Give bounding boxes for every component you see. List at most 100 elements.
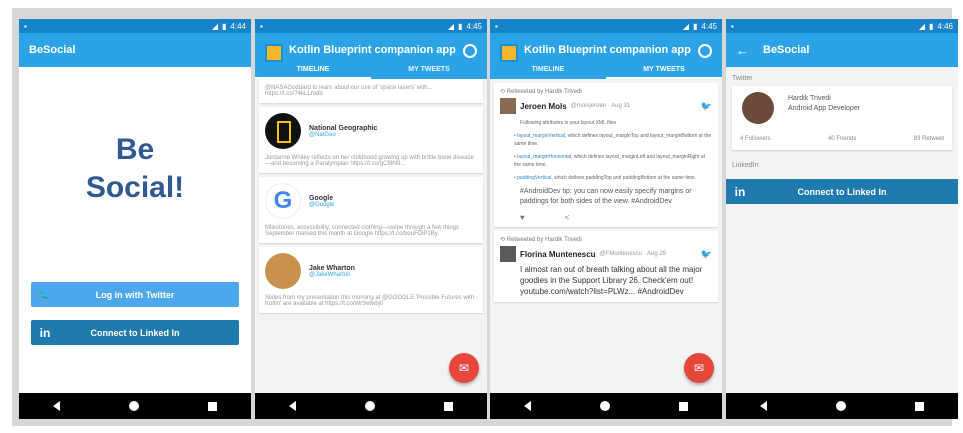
profile-stats: 4 Followers 40 Friends 93 Retweet xyxy=(740,136,944,142)
nav-home-icon[interactable] xyxy=(835,401,846,411)
hero-line-2: Social! xyxy=(85,171,185,204)
status-time: 4:45 xyxy=(701,21,717,31)
linkedin-section-label: LinkedIn xyxy=(732,162,759,169)
tweet-card[interactable]: @NASAGoddard to learn about our use of '… xyxy=(259,79,483,103)
tweet-author-handle[interactable]: @Google xyxy=(309,202,334,208)
retweet-indicator: ⟲ Retweeted by Hardik Trivedi xyxy=(500,89,582,95)
twitter-login-label: Log in with Twitter xyxy=(95,289,175,300)
notification-icon: ▪ xyxy=(495,21,498,31)
system-nav-bar xyxy=(490,393,722,419)
compose-fab[interactable]: ✉ xyxy=(449,353,479,383)
timeline-list[interactable]: @NASAGoddard to learn about our use of '… xyxy=(255,79,487,393)
tweet-author-name: Jake Wharton xyxy=(309,264,355,272)
tweet-author-handle[interactable]: @JakeWharton xyxy=(309,272,355,278)
tweet-author-name: National Geographic xyxy=(309,124,378,132)
twitter-profile-card[interactable]: Hardik Trivedi Android App Developer 4 F… xyxy=(732,86,952,150)
nav-back-icon[interactable] xyxy=(760,401,768,411)
profile-title: Android App Developer xyxy=(788,105,860,112)
app-title: Kotlin Blueprint companion app xyxy=(289,44,456,56)
nav-recents-icon[interactable] xyxy=(914,401,924,411)
signal-icon: ◢ xyxy=(447,21,455,31)
linkedin-icon: in xyxy=(734,184,746,199)
battery-icon: ▮ xyxy=(458,21,463,31)
tweet-author-name: Google xyxy=(309,194,334,202)
status-bar: ▪ ◢ ▮ 4:45 xyxy=(255,19,487,33)
retweet-label: Retweeted by Hardik Trivedi xyxy=(506,89,582,95)
tab-my-tweets[interactable]: MY TWEETS xyxy=(606,61,722,79)
linkedin-connect-button[interactable]: in Connect to Linked In xyxy=(726,179,958,204)
notification-icon: ▪ xyxy=(24,21,27,31)
linkedin-connect-button[interactable]: in Connect to Linked In xyxy=(31,320,239,345)
jeroen-avatar xyxy=(500,98,516,114)
app-title: BeSocial xyxy=(29,44,76,56)
profile-avatar xyxy=(742,92,774,124)
mail-icon: ✉ xyxy=(693,361,705,375)
tweet-text: Slides from my presentation this morning… xyxy=(265,295,474,307)
tweet-card[interactable]: ⟲ Retweeted by Hardik Trivedi Florina Mu… xyxy=(494,231,718,302)
tweet-bullet: • layout_marginVertical, which defines l… xyxy=(514,133,712,147)
account-icon[interactable] xyxy=(463,44,477,58)
my-tweets-list[interactable]: ⟲ Retweeted by Hardik Trivedi Jeroen Mol… xyxy=(490,79,722,393)
tweet-text: I almost ran out of breath talking about… xyxy=(520,265,703,296)
tweet-author-handle[interactable]: @NatGeo xyxy=(309,132,377,138)
status-time: 4:46 xyxy=(937,21,953,31)
profile-name: Hardik Trivedi xyxy=(788,95,831,102)
tab-timeline[interactable]: TIMELINE xyxy=(255,61,371,79)
twitter-bird-icon: 🐦 xyxy=(700,248,712,259)
battery-icon: ▮ xyxy=(693,21,698,31)
status-bar: ▪ ◢ ▮ 4:46 xyxy=(726,19,958,33)
app-logo-icon xyxy=(265,44,283,62)
system-nav-bar xyxy=(19,393,251,419)
profile-body: Twitter Hardik Trivedi Android App Devel… xyxy=(726,67,958,393)
nav-home-icon[interactable] xyxy=(599,401,610,411)
nav-recents-icon[interactable] xyxy=(678,401,688,411)
system-nav-bar xyxy=(255,393,487,419)
system-nav-bar xyxy=(726,393,958,419)
natgeo-avatar xyxy=(265,113,301,149)
mail-icon: ✉ xyxy=(458,361,470,375)
linkedin-icon: in xyxy=(39,325,51,340)
nav-recents-icon[interactable] xyxy=(207,401,217,411)
tweet-card[interactable]: Jake Wharton @JakeWharton Slides from my… xyxy=(259,247,483,313)
phone-screen-my-tweets: ▪ ◢ ▮ 4:45 Kotlin Blueprint companion app … xyxy=(490,19,722,419)
tweet-meta: @molsjeroen · Aug 31 xyxy=(570,103,631,109)
hero-line-1: Be xyxy=(115,133,155,166)
tweet-actions: ♥ < xyxy=(500,213,712,222)
twitter-bird-icon: 🐦 xyxy=(37,287,53,302)
nav-back-icon[interactable] xyxy=(524,401,532,411)
tweet-card[interactable]: G Google @Google Milestones, accessibili… xyxy=(259,177,483,243)
tweet-text: Jordanne Whiley reflects on her childhoo… xyxy=(265,155,474,167)
status-time: 4:44 xyxy=(230,21,246,31)
tweet-meta: @FMuntenescu · Aug 29 xyxy=(599,251,667,257)
nav-home-icon[interactable] xyxy=(128,401,139,411)
google-logo-avatar: G xyxy=(265,183,301,219)
tweet-card[interactable]: National Geographic @NatGeo Jordanne Whi… xyxy=(259,107,483,173)
back-arrow-icon[interactable]: ← xyxy=(736,43,749,58)
tab-timeline[interactable]: TIMELINE xyxy=(490,61,606,79)
nav-back-icon[interactable] xyxy=(289,401,297,411)
app-logo-icon xyxy=(500,44,518,62)
battery-icon: ▮ xyxy=(929,21,934,31)
linkedin-connect-label: Connect to Linked In xyxy=(90,327,180,338)
status-bar: ▪ ◢ ▮ 4:45 xyxy=(490,19,722,33)
tab-my-tweets[interactable]: MY TWEETS xyxy=(371,61,487,79)
tweet-card[interactable]: ⟲ Retweeted by Hardik Trivedi Jeroen Mol… xyxy=(494,83,718,227)
battery-icon: ▮ xyxy=(222,21,227,31)
retweet-count: 93 Retweet xyxy=(913,136,944,142)
nav-home-icon[interactable] xyxy=(364,401,375,411)
twitter-login-button[interactable]: 🐦 Log in with Twitter xyxy=(31,282,239,307)
account-icon[interactable] xyxy=(698,44,712,58)
compose-fab[interactable]: ✉ xyxy=(684,353,714,383)
heart-icon[interactable]: ♥ xyxy=(520,213,525,222)
signal-icon: ◢ xyxy=(682,21,690,31)
nav-back-icon[interactable] xyxy=(53,401,61,411)
app-title: BeSocial xyxy=(763,44,810,56)
twitter-bird-icon: 🐦 xyxy=(700,100,712,111)
share-icon[interactable]: < xyxy=(565,213,570,222)
status-time: 4:45 xyxy=(466,21,482,31)
tweet-author-name: Jeroen Mols xyxy=(520,101,567,111)
app-bar: BeSocial xyxy=(19,33,251,67)
notification-icon: ▪ xyxy=(260,21,263,31)
nav-recents-icon[interactable] xyxy=(443,401,453,411)
screenshot-frame: ▪ ◢ ▮ 4:44 BeSocial Be Social! 🐦 Log in wi… xyxy=(12,8,958,426)
